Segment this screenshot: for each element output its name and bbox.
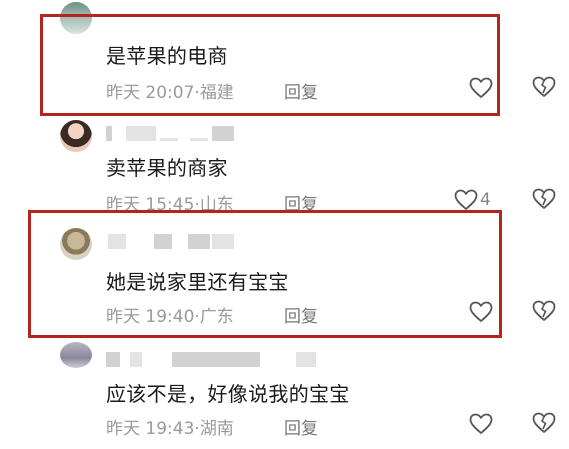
like-button[interactable] (469, 76, 495, 100)
comment-location: 广东 (199, 307, 234, 327)
like-count: 4 (480, 190, 491, 210)
masked-username (188, 234, 210, 249)
broken-heart-icon (532, 188, 556, 210)
broken-heart-icon (532, 300, 556, 322)
masked-username (296, 352, 316, 367)
avatar[interactable] (60, 342, 92, 368)
comment-item: 卖苹果的商家 昨天 15:45·山东 回复 4 (0, 118, 569, 216)
masked-username (108, 234, 126, 249)
comment-text: 她是说家里还有宝宝 (106, 270, 289, 294)
reply-button[interactable]: 回复 (284, 414, 318, 439)
masked-username (106, 126, 112, 141)
like-button[interactable] (469, 412, 495, 436)
comment-time: 昨天 19:40 (106, 307, 195, 327)
comment-item: 是苹果的电商 昨天 20:07·福建 回复 (0, 0, 569, 118)
masked-username (126, 126, 156, 141)
masked-username (212, 126, 234, 141)
comment-item: 她是说家里还有宝宝 昨天 19:40·广东 回复 (0, 220, 569, 340)
heart-icon (469, 301, 493, 323)
reply-button[interactable]: 回复 (284, 302, 318, 327)
comment-item: 应该不是，好像说我的宝宝 昨天 19:43·湖南 回复 (0, 340, 569, 449)
dislike-button[interactable] (532, 300, 556, 324)
reply-button[interactable]: 回复 (284, 190, 318, 215)
comment-time: 昨天 15:45 (106, 195, 195, 215)
avatar[interactable] (60, 228, 92, 260)
masked-username (190, 138, 208, 141)
heart-icon (469, 413, 493, 435)
avatar[interactable] (60, 2, 92, 34)
masked-username (154, 234, 172, 249)
comment-location: 湖南 (199, 419, 234, 439)
broken-heart-icon (532, 412, 556, 434)
comment-time: 昨天 19:43 (106, 419, 195, 439)
comment-text: 卖苹果的商家 (106, 156, 228, 180)
comment-time: 昨天 20:07 (106, 83, 195, 103)
dislike-button[interactable] (532, 76, 556, 100)
comment-meta: 昨天 19:40·广东 (106, 302, 234, 327)
masked-username (212, 234, 234, 249)
reply-button[interactable]: 回复 (284, 78, 318, 103)
dislike-button[interactable] (532, 412, 556, 436)
avatar[interactable] (60, 120, 92, 152)
like-button[interactable] (469, 300, 495, 324)
heart-icon (454, 189, 478, 211)
broken-heart-icon (532, 76, 556, 98)
comment-location: 山东 (199, 195, 234, 215)
masked-username (106, 352, 120, 367)
masked-username (130, 352, 142, 367)
like-button[interactable]: 4 (454, 188, 498, 212)
comment-location: 福建 (199, 83, 234, 103)
masked-username (160, 138, 178, 141)
comment-meta: 昨天 15:45·山东 (106, 190, 234, 215)
masked-username (172, 352, 260, 367)
dislike-button[interactable] (532, 188, 556, 212)
comment-text: 应该不是，好像说我的宝宝 (106, 382, 350, 406)
comment-meta: 昨天 19:43·湖南 (106, 414, 234, 439)
comment-text: 是苹果的电商 (106, 44, 228, 68)
heart-icon (469, 77, 493, 99)
comment-meta: 昨天 20:07·福建 (106, 78, 234, 103)
